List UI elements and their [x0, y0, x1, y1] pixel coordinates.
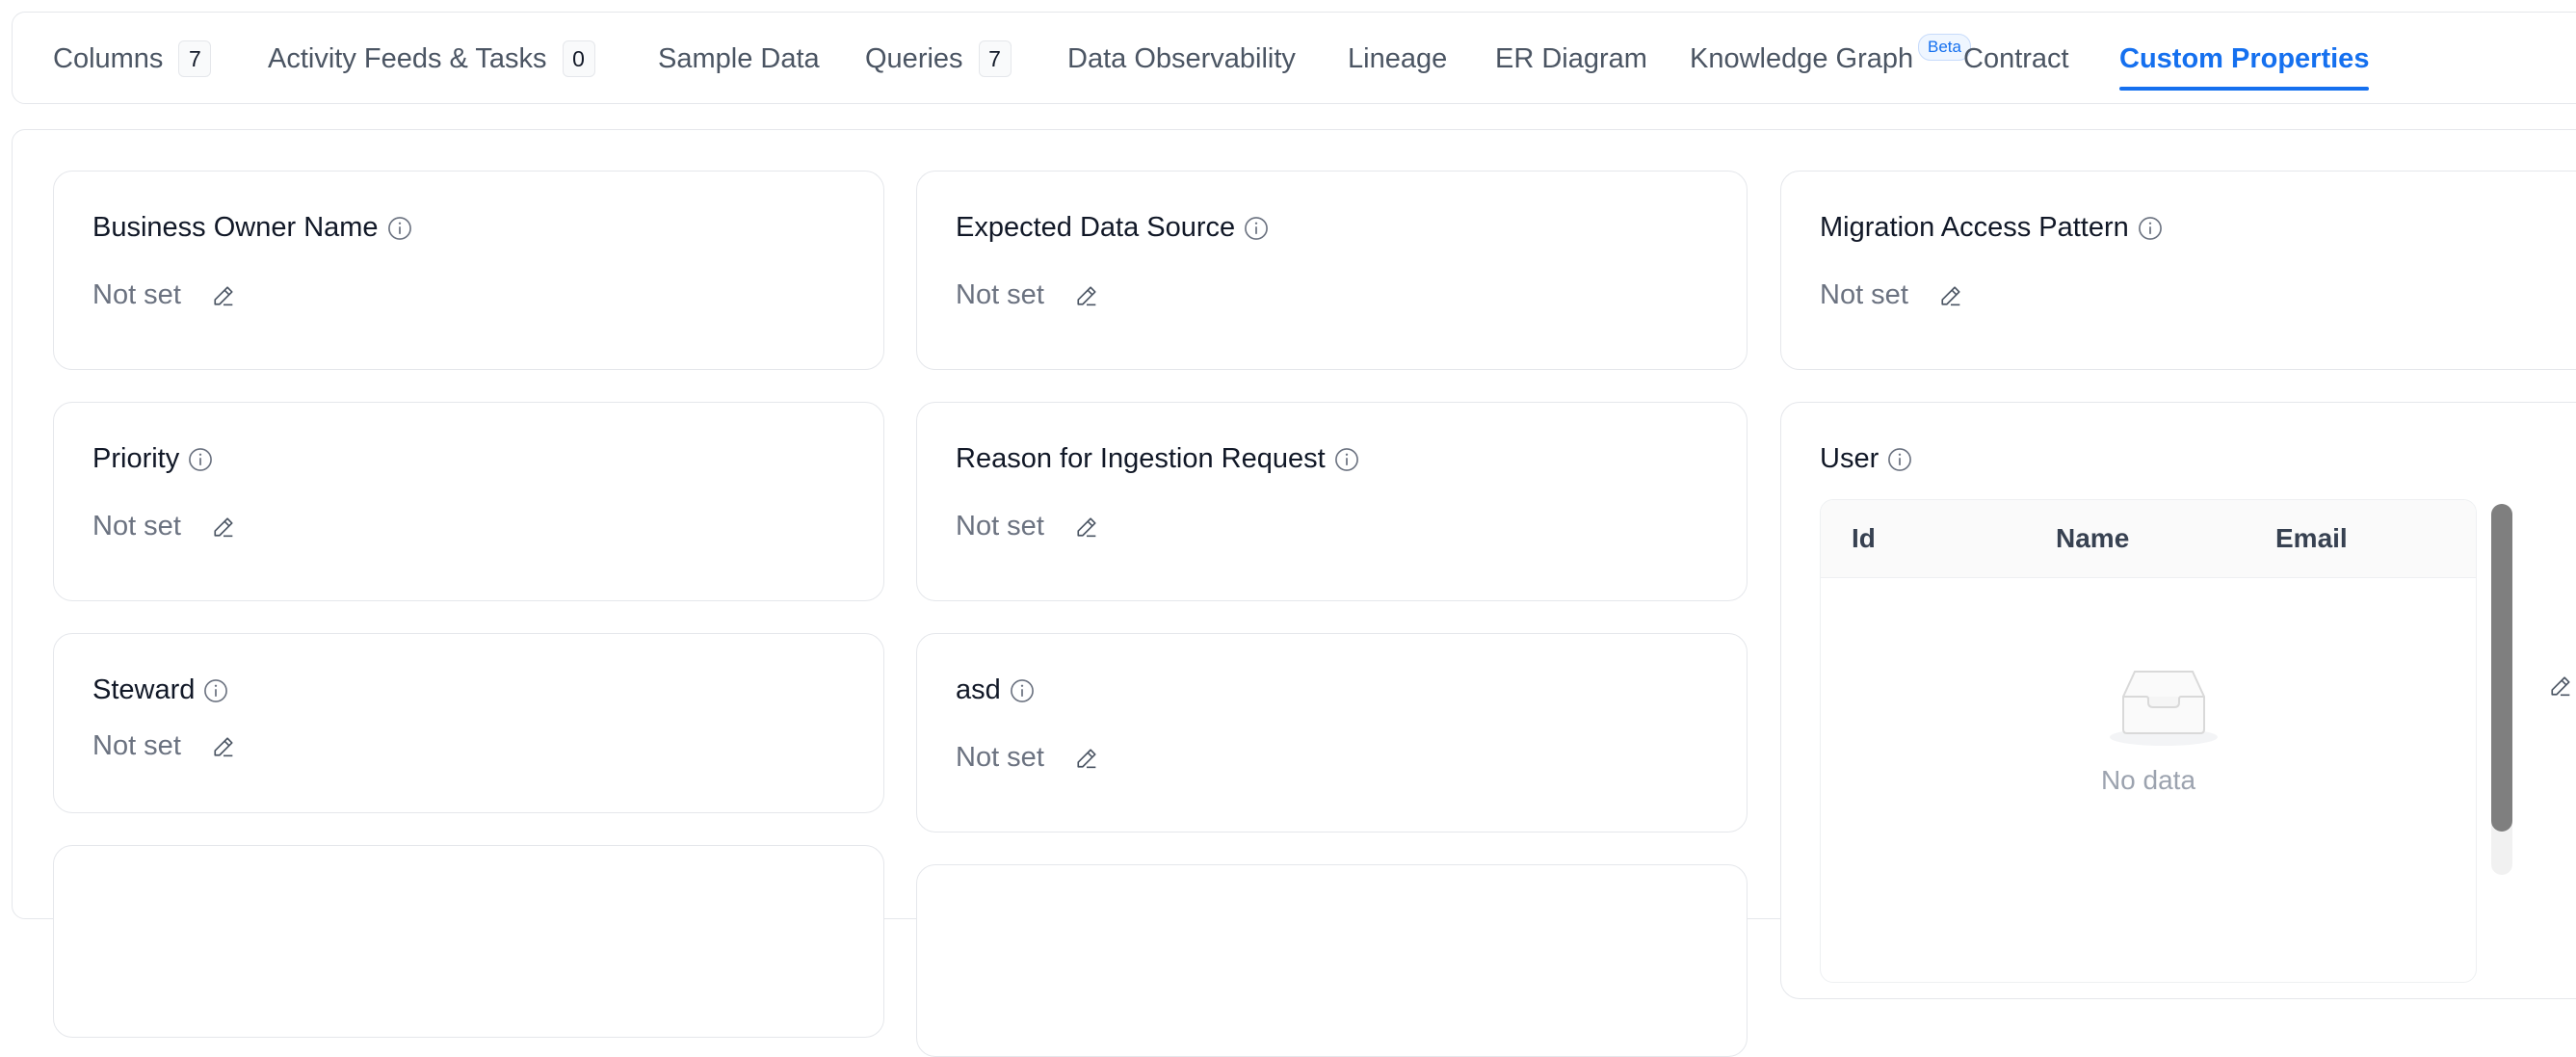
property-name: Reason for Ingestion Request [956, 443, 1326, 474]
scrollbar[interactable] [2491, 504, 2512, 875]
tab-activity-feeds-tasks[interactable]: Activity Feeds & Tasks 0 [268, 13, 595, 105]
property-card-expected-data-source: Expected Data Source Not set [916, 171, 1748, 370]
property-card-partial [916, 864, 1748, 1057]
tab-label: Activity Feeds & Tasks [268, 42, 547, 74]
property-name: Expected Data Source [956, 212, 1236, 243]
property-value: Not set [92, 279, 181, 310]
column-header-email[interactable]: Email [2275, 500, 2348, 577]
property-card-asd: asd Not set [916, 633, 1748, 832]
property-title: Business Owner Name [92, 212, 413, 244]
property-title: asd [956, 674, 1036, 706]
property-value-row: Not set [1820, 279, 1964, 311]
tab-data-observability[interactable]: Data Observability [1067, 13, 1296, 105]
info-icon[interactable] [1886, 446, 1913, 473]
pencil-icon[interactable] [210, 282, 237, 309]
property-value-row: Not set [92, 730, 237, 762]
property-name: Migration Access Pattern [1820, 212, 2129, 243]
property-name: Steward [92, 674, 196, 705]
property-value-row: Not set [956, 511, 1100, 542]
pencil-icon[interactable] [210, 733, 237, 760]
tab-bar: Columns 7 Activity Feeds & Tasks 0 Sampl… [12, 12, 2576, 104]
pencil-icon[interactable] [1073, 514, 1100, 541]
tab-label: Columns [53, 42, 164, 74]
info-icon[interactable] [2137, 215, 2164, 242]
property-value: Not set [956, 742, 1044, 773]
pencil-icon[interactable] [210, 514, 237, 541]
info-icon[interactable] [1009, 677, 1036, 704]
property-name: User [1820, 443, 1879, 474]
property-name: Priority [92, 443, 180, 474]
tab-count-badge: 7 [978, 40, 1012, 77]
property-card-steward: Steward Not set [53, 633, 884, 813]
tab-label: Knowledge Graph [1690, 42, 1914, 74]
property-value: Not set [956, 511, 1044, 542]
pencil-icon[interactable] [1073, 745, 1100, 772]
column-header-name[interactable]: Name [2056, 500, 2129, 577]
property-title: Reason for Ingestion Request [956, 443, 1360, 475]
tab-label: Lineage [1348, 42, 1448, 74]
property-value-row: Not set [92, 279, 237, 311]
tab-queries[interactable]: Queries 7 [865, 13, 1012, 105]
pencil-icon[interactable] [2547, 673, 2574, 700]
info-icon[interactable] [1333, 446, 1360, 473]
property-value-row: Not set [956, 279, 1100, 311]
tab-contract[interactable]: Contract [1963, 13, 2069, 105]
property-value: Not set [92, 511, 181, 542]
tab-sample-data[interactable]: Sample Data [658, 13, 820, 105]
property-value: Not set [1820, 279, 1908, 310]
custom-properties-panel: Business Owner Name Not set Expected Dat… [12, 129, 2576, 1057]
inbox-icon [2110, 671, 2218, 746]
property-title: Migration Access Pattern [1820, 212, 2164, 244]
property-value: Not set [92, 730, 181, 761]
property-card-user: User Id Name Email No data [1780, 402, 2576, 999]
property-value-row: Not set [92, 511, 237, 542]
tab-er-diagram[interactable]: ER Diagram [1495, 13, 1647, 105]
tab-lineage[interactable]: Lineage [1348, 13, 1447, 105]
table-header-row: Id Name Email [1821, 500, 2476, 578]
tab-custom-properties[interactable]: Custom Properties [2119, 13, 2370, 105]
scrollbar-thumb[interactable] [2491, 504, 2512, 832]
property-title: Expected Data Source [956, 212, 1270, 244]
info-icon[interactable] [386, 215, 413, 242]
tab-count-badge: 7 [178, 40, 212, 77]
property-card-partial [53, 845, 884, 1038]
empty-state-text: No data [2100, 765, 2196, 795]
property-card-priority: Priority Not set [53, 402, 884, 601]
tab-label: Sample Data [658, 42, 820, 74]
column-header-id[interactable]: Id [1852, 500, 1876, 577]
tab-label: ER Diagram [1495, 42, 1647, 74]
pencil-icon[interactable] [1937, 282, 1964, 309]
tab-count-badge: 0 [562, 40, 595, 77]
tab-label: Custom Properties [2119, 42, 2370, 74]
property-card-migration-access-pattern: Migration Access Pattern Not set [1780, 171, 2576, 370]
property-card-reason-for-ingestion-request: Reason for Ingestion Request Not set [916, 402, 1748, 601]
info-icon[interactable] [202, 677, 229, 704]
pencil-icon[interactable] [1073, 282, 1100, 309]
property-title: Priority [92, 443, 214, 475]
tab-knowledge-graph[interactable]: Knowledge Graph [1690, 13, 1913, 105]
property-value: Not set [956, 279, 1044, 310]
property-value-row: Not set [956, 742, 1100, 774]
tab-columns[interactable]: Columns 7 [53, 13, 212, 105]
info-icon[interactable] [187, 446, 214, 473]
tab-label: Data Observability [1067, 42, 1296, 74]
property-title: Steward [92, 674, 229, 706]
property-name: asd [956, 674, 1001, 705]
tab-label: Contract [1963, 42, 2069, 74]
property-title: User [1820, 443, 1913, 475]
info-icon[interactable] [1243, 215, 1270, 242]
user-table: Id Name Email No data [1820, 499, 2477, 983]
property-name: Business Owner Name [92, 212, 379, 243]
tab-label: Queries [865, 42, 963, 74]
property-card-business-owner-name: Business Owner Name Not set [53, 171, 884, 370]
